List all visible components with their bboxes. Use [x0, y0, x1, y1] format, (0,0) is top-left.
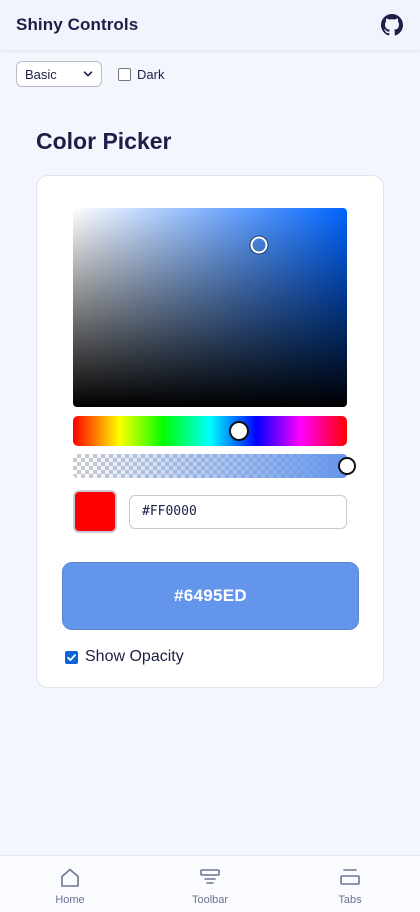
color-swatch[interactable] — [73, 490, 117, 533]
app-root: Shiny Controls Basic Dark Color Picker #… — [0, 0, 420, 912]
dark-mode-label: Dark — [137, 66, 165, 82]
show-opacity-label: Show Opacity — [85, 648, 184, 665]
nav-label-tabs: Tabs — [338, 894, 362, 906]
nav-item-toolbar[interactable]: Toolbar — [140, 856, 280, 912]
saturation-value-thumb[interactable] — [250, 236, 268, 254]
nav-label-toolbar: Toolbar — [191, 894, 229, 906]
bottom-nav: Home Toolbar Tabs — [0, 855, 420, 912]
alpha-slider[interactable] — [73, 454, 356, 478]
nav-item-home[interactable]: Home — [0, 856, 140, 912]
toolbar-icon — [200, 869, 220, 884]
hex-input[interactable]: #FF0000 — [129, 495, 347, 529]
color-picker-card: #FF0000 #6495ED Show Opacity — [36, 175, 384, 688]
nav-item-tabs[interactable]: Tabs — [280, 856, 420, 912]
show-opacity-checkbox[interactable] — [65, 650, 78, 664]
dark-mode-toggle[interactable]: Dark — [118, 67, 164, 82]
home-icon — [61, 868, 79, 887]
page-title: Color Picker — [36, 128, 172, 154]
tabs-icon — [340, 869, 360, 885]
alpha-gradient — [73, 454, 347, 478]
app-header: Shiny Controls — [0, 0, 420, 51]
controls-row: Basic Dark — [16, 61, 164, 87]
mode-select-value: Basic — [25, 66, 57, 82]
nav-label-home: Home — [55, 894, 85, 906]
alpha-thumb[interactable] — [338, 457, 356, 475]
check-icon — [67, 653, 76, 661]
dark-mode-checkbox[interactable] — [118, 67, 131, 81]
chevron-down-icon — [83, 71, 93, 77]
app-title: Shiny Controls — [16, 15, 139, 34]
mode-select[interactable]: Basic — [16, 61, 102, 87]
show-opacity-toggle[interactable]: Show Opacity — [65, 648, 184, 666]
result-color-button[interactable]: #6495ED — [62, 562, 359, 630]
saturation-value-area[interactable] — [73, 208, 347, 407]
hue-slider[interactable] — [73, 416, 347, 446]
github-icon[interactable] — [380, 13, 404, 37]
hue-thumb[interactable] — [229, 421, 249, 441]
